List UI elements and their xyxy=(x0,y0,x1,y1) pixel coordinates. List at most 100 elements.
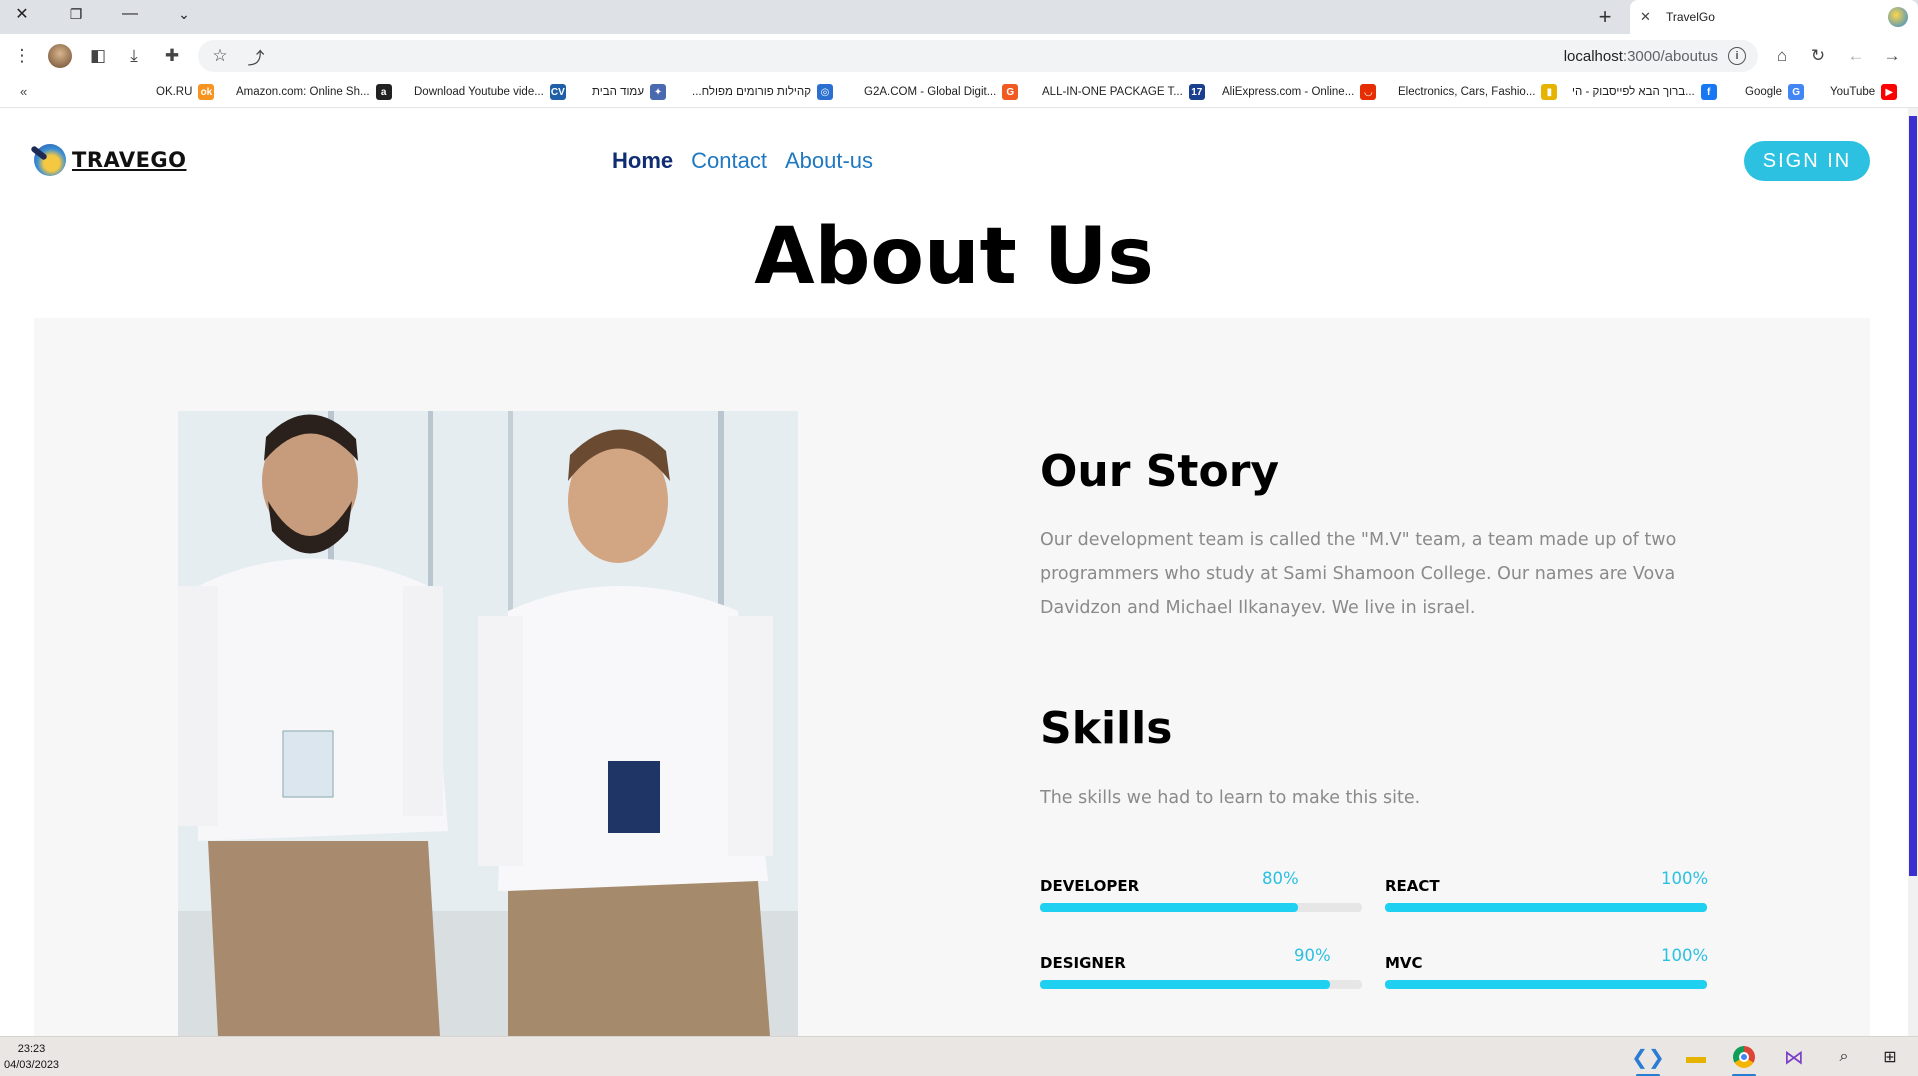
seventeen-icon: 17 xyxy=(1188,84,1205,100)
url-text[interactable]: localhost:3000/aboutus xyxy=(1564,48,1718,65)
tab-search-button[interactable]: ⌄ xyxy=(162,0,206,28)
bookmark-item[interactable]: Download Youtube vide... CV xyxy=(414,84,566,100)
skill-bar-fill xyxy=(1385,980,1707,989)
skill-bar-track xyxy=(1385,903,1707,912)
url-path: :3000/aboutus xyxy=(1622,48,1718,65)
skill-percent: 80% xyxy=(1262,869,1299,888)
bookmark-item[interactable]: ...קהילות פורומים מפולח ◎ xyxy=(692,84,833,100)
bookmarks-bar: OK.RU ok Amazon.com: Online Sh... a Download… xyxy=(0,78,1918,108)
site-info-icon[interactable]: i xyxy=(1728,47,1746,65)
profile-avatar[interactable] xyxy=(48,44,72,68)
scrollbar-thumb[interactable] xyxy=(1909,116,1917,876)
bookmark-star-icon[interactable]: ☆ xyxy=(208,44,232,68)
nav-about-link[interactable]: About-us xyxy=(785,148,873,174)
bookmark-item[interactable]: YouTube ▶ xyxy=(1830,84,1898,100)
main-nav: Home Contact About-us xyxy=(612,148,891,174)
skill-bar-track xyxy=(1385,980,1707,989)
skill-bar-track xyxy=(1040,980,1362,989)
reload-icon[interactable]: ↻ xyxy=(1806,44,1830,68)
taskbar-clock[interactable]: 23:23 04/03/2023 xyxy=(4,1041,59,1073)
window-close-button[interactable]: ✕ xyxy=(0,0,44,28)
skill-name: MVC xyxy=(1385,954,1423,972)
bookmark-item[interactable]: G2A.COM - Global Digit... G xyxy=(864,84,1019,100)
bookmark-label: YouTube xyxy=(1830,86,1876,98)
nav-contact-link[interactable]: Contact xyxy=(691,148,767,174)
aliexpress-icon: ◡ xyxy=(1360,84,1377,100)
address-bar[interactable]: ☆ ⤴ localhost:3000/aboutus i xyxy=(198,40,1758,72)
skill-percent: 100% xyxy=(1661,869,1709,888)
bookmark-item[interactable]: עמוד הבית ✦ xyxy=(592,84,667,100)
bookmark-label: Amazon.com: Online Sh... xyxy=(236,86,370,98)
browser-tab-active[interactable]: ✕ TravelGo xyxy=(1630,0,1918,34)
forward-icon[interactable]: ← xyxy=(1844,44,1868,68)
sidebar-icon[interactable]: ◧ xyxy=(86,44,110,68)
bookmark-label: OK.RU xyxy=(156,86,193,98)
skill-bar-fill xyxy=(1040,903,1298,912)
bookmark-label: G2A.COM - Global Digit... xyxy=(864,86,997,98)
url-host: localhost xyxy=(1563,48,1623,65)
bookmark-item[interactable]: Google G xyxy=(1745,84,1805,100)
bookmark-label: ברוך הבא לפייסבוק - הי... xyxy=(1572,86,1695,98)
windows-start-icon[interactable]: ⊞ xyxy=(1874,1043,1906,1071)
bookmark-label: Download Youtube vide... xyxy=(414,86,544,98)
page-scrollbar[interactable] xyxy=(1908,108,1918,1036)
bookmark-label: Google xyxy=(1745,86,1783,98)
globe-badge-icon: ◎ xyxy=(817,84,833,100)
window-restore-button[interactable]: ❐ xyxy=(54,0,98,28)
bookmark-item[interactable]: Electronics, Cars, Fashio... ▮ xyxy=(1398,84,1558,100)
clock-time: 23:23 xyxy=(17,1043,46,1055)
bookmark-label: Electronics, Cars, Fashio... xyxy=(1398,86,1536,98)
skill-bar-track xyxy=(1040,903,1362,912)
chevron-down-icon: ⌄ xyxy=(178,5,190,22)
bookmark-label: AliExpress.com - Online... xyxy=(1222,86,1355,98)
share-icon[interactable]: ⤴ xyxy=(244,44,268,68)
skill-percent: 100% xyxy=(1661,946,1709,965)
bookmark-label: ALL-IN-ONE PACKAGE T... xyxy=(1042,86,1183,98)
back-icon[interactable]: → xyxy=(1880,44,1904,68)
brand-name: TRAVEGO xyxy=(72,148,187,172)
new-tab-button[interactable]: + xyxy=(1592,4,1618,30)
bookmarks-overflow-icon[interactable]: « xyxy=(20,84,27,99)
download-icon[interactable]: ⤓ xyxy=(122,44,146,68)
tab-favicon-icon xyxy=(1888,7,1908,27)
browser-tab-strip: ✕ ❐ — ⌄ + ✕ TravelGo xyxy=(0,0,1918,34)
close-icon: ✕ xyxy=(15,6,29,23)
window-minimize-button[interactable]: — xyxy=(108,0,152,28)
g2a-icon: G xyxy=(1002,84,1019,100)
tab-close-icon[interactable]: ✕ xyxy=(1640,9,1660,25)
skill-name: REACT xyxy=(1385,877,1440,895)
skill-percent: 90% xyxy=(1294,946,1331,965)
story-title: Our Story xyxy=(1040,446,1280,497)
search-icon[interactable]: ⌕ xyxy=(1828,1043,1860,1071)
cv-icon: CV xyxy=(549,84,566,100)
facebook-icon: f xyxy=(1700,84,1717,100)
menu-dots-icon[interactable]: ⋮ xyxy=(10,44,34,68)
globe-logo-icon xyxy=(34,144,66,176)
skills-title: Skills xyxy=(1040,703,1173,754)
brand-logo[interactable]: TRAVEGO xyxy=(34,144,187,176)
bookmark-item[interactable]: ALL-IN-ONE PACKAGE T... 17 xyxy=(1042,84,1205,100)
visual-studio-icon[interactable]: ⋈ xyxy=(1778,1043,1810,1071)
restore-icon: ❐ xyxy=(69,5,83,22)
page-title: About Us xyxy=(754,212,1154,302)
file-explorer-icon[interactable]: ▬ xyxy=(1680,1043,1712,1071)
bookmark-item[interactable]: Amazon.com: Online Sh... a xyxy=(236,84,392,100)
extensions-icon[interactable]: ✚ xyxy=(160,44,184,68)
bookmark-item[interactable]: AliExpress.com - Online... ◡ xyxy=(1222,84,1377,100)
ebay-bag-icon: ▮ xyxy=(1541,84,1558,100)
skill-name: DEVELOPER xyxy=(1040,877,1140,895)
skill-bar-fill xyxy=(1040,980,1330,989)
team-photo xyxy=(178,411,798,1036)
skill-name: DESIGNER xyxy=(1040,954,1126,972)
youtube-icon: ▶ xyxy=(1881,84,1898,100)
bookmark-item[interactable]: ברוך הבא לפייסבוק - הי... f xyxy=(1572,84,1717,100)
bookmark-item[interactable]: OK.RU ok xyxy=(156,84,215,100)
story-text: Our development team is called the "M.V"… xyxy=(1040,530,1677,618)
home-icon[interactable]: ⌂ xyxy=(1770,44,1794,68)
vscode-icon[interactable]: ❮❯ xyxy=(1631,1043,1665,1076)
ok-icon: ok xyxy=(198,84,215,100)
clock-date: 04/03/2023 xyxy=(4,1059,60,1071)
chrome-icon[interactable] xyxy=(1728,1043,1760,1076)
sign-in-button[interactable]: SIGN IN xyxy=(1744,141,1870,181)
nav-home-link[interactable]: Home xyxy=(612,148,673,174)
